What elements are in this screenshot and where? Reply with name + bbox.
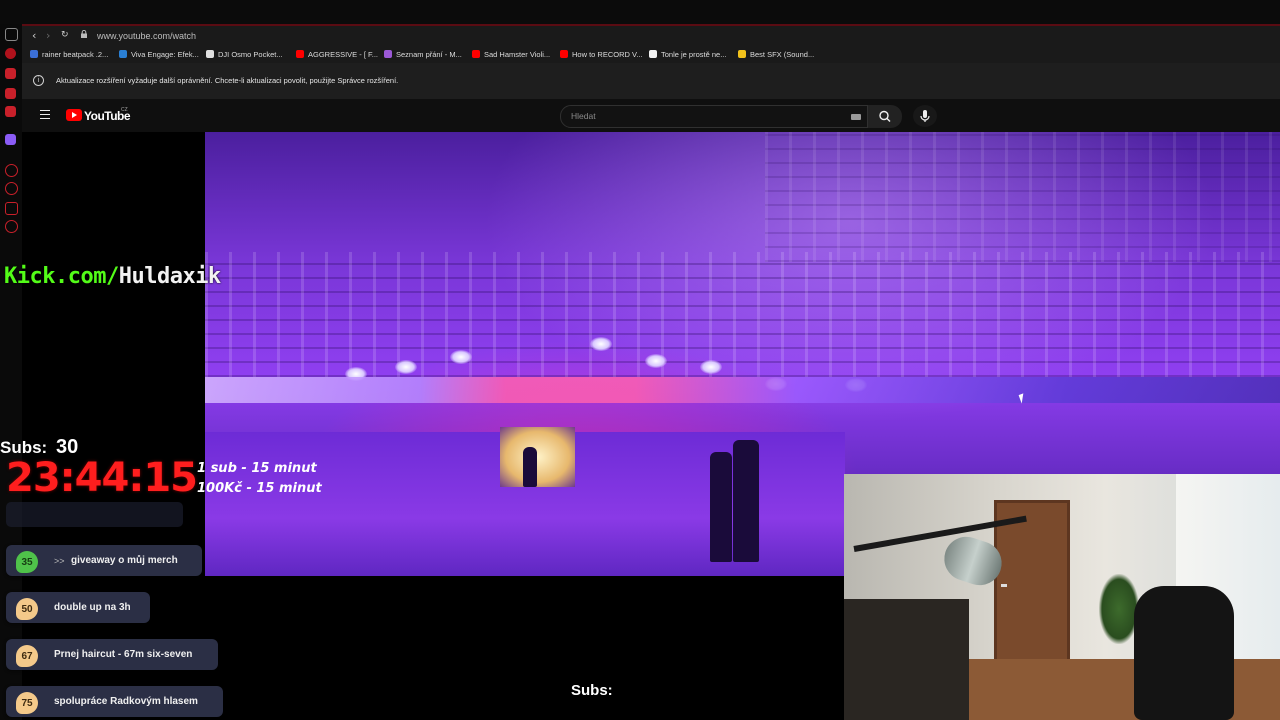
- goal-label: double up na 3h: [54, 602, 131, 613]
- bookmark-favicon-icon: [296, 50, 304, 58]
- webcam-feed: [844, 474, 1280, 720]
- bookmark-favicon-icon: [472, 50, 480, 58]
- bookmark-favicon-icon: [119, 50, 127, 58]
- twitch-icon[interactable]: [5, 134, 16, 145]
- bookmark-label: How to RECORD V...: [572, 49, 643, 59]
- sofa: [844, 599, 969, 720]
- stage-light: [590, 337, 612, 351]
- bookmarks-bar: rainer beatpack .2... Viva Engage: Efek..…: [22, 44, 1280, 63]
- messenger-icon[interactable]: [5, 88, 16, 99]
- bookmark-favicon-icon: [560, 50, 568, 58]
- forward-icon[interactable]: ›: [46, 29, 50, 42]
- history-icon[interactable]: [5, 164, 18, 177]
- bookmark-label: Best SFX (Sound...: [750, 49, 815, 59]
- menu-icon[interactable]: [40, 110, 50, 120]
- bottom-subs-label: Subs:: [571, 682, 613, 699]
- person: [523, 447, 537, 487]
- rate-money: 100Kč - 15 minut: [197, 481, 322, 496]
- settings-icon[interactable]: [5, 220, 18, 233]
- search-placeholder: Hledat: [571, 111, 596, 121]
- goal-arrows: >>: [54, 555, 65, 566]
- bookmark-label: Sad Hamster Violi...: [484, 49, 551, 59]
- goal-number-badge: 75: [16, 692, 38, 714]
- microphone-icon: [920, 110, 930, 122]
- bookmark-favicon-icon: [30, 50, 38, 58]
- goal-label: giveaway o můj merch: [71, 555, 178, 566]
- stage-light: [395, 360, 417, 374]
- bookmark-label: AGGRESSIVE - [ F...: [308, 49, 379, 59]
- reload-icon[interactable]: ↻: [61, 30, 69, 40]
- stage-light: [645, 354, 667, 368]
- bookmark-label: DJI Osmo Pocket...: [218, 49, 283, 59]
- voice-search-button[interactable]: [913, 105, 937, 127]
- extensions-icon[interactable]: [5, 202, 18, 215]
- address-bar: ‹ › ↻ www.youtube.com/watch: [22, 24, 1280, 46]
- plant: [1099, 574, 1139, 644]
- bookmark-favicon-icon: [738, 50, 746, 58]
- bookmark-label: Viva Engage: Efek...: [131, 49, 199, 59]
- goal-number-badge: 35: [16, 551, 38, 573]
- kick-username: Huldaxik: [118, 264, 221, 289]
- subathon-timer: 23:44:15: [6, 455, 198, 501]
- bookmark-item[interactable]: Sad Hamster Violi...: [472, 48, 550, 60]
- arena-ad-boards: [205, 377, 1280, 403]
- bookmark-favicon-icon: [206, 50, 214, 58]
- url-input[interactable]: www.youtube.com/watch: [97, 31, 196, 41]
- bookmark-item[interactable]: AGGRESSIVE - [ F...: [296, 48, 378, 60]
- back-icon[interactable]: ‹: [32, 29, 36, 42]
- info-icon: i: [33, 75, 44, 86]
- bookmark-item[interactable]: How to RECORD V...: [560, 48, 643, 60]
- info-message: Aktualizace rozšíření vyžaduje další opr…: [56, 76, 399, 85]
- kick-channel-link: Kick.com/Huldaxik: [4, 264, 221, 289]
- door: [994, 500, 1070, 676]
- clock-icon[interactable]: [5, 182, 18, 195]
- youtube-header: YouTube CZ Hledat: [22, 99, 1280, 132]
- arena-roof: [765, 132, 1280, 262]
- search-button[interactable]: [868, 105, 902, 128]
- goal-label: spolupráce Radkovým hlasem: [54, 696, 198, 707]
- bookmark-item[interactable]: Tonle je prostě ne...: [649, 48, 726, 60]
- goal-item-35: 35 >> giveaway o můj merch: [6, 545, 202, 576]
- goal-number-badge: 67: [16, 645, 38, 667]
- door-handle: [1001, 584, 1007, 587]
- stage-light: [700, 360, 722, 374]
- country-code: CZ: [121, 107, 128, 113]
- youtube-logo-icon[interactable]: [66, 109, 82, 121]
- kick-domain: Kick.com/: [4, 264, 119, 289]
- bookmark-favicon-icon: [384, 50, 392, 58]
- opera-icon[interactable]: [5, 48, 16, 59]
- person: [733, 440, 759, 562]
- arena-entrance: [500, 427, 575, 487]
- search-icon: [879, 110, 891, 122]
- gaming-chair: [1134, 586, 1234, 720]
- search-input[interactable]: Hledat: [560, 105, 868, 128]
- bag-icon[interactable]: [5, 68, 16, 79]
- rate-sub: 1 sub - 15 minut: [197, 461, 317, 476]
- person: [710, 452, 732, 562]
- bookmark-favicon-icon: [649, 50, 657, 58]
- lock-icon: [81, 30, 87, 38]
- window-top-strip: [0, 0, 1280, 24]
- stage-light: [450, 350, 472, 364]
- extension-info-bar: i Aktualizace rozšíření vyžaduje další o…: [22, 63, 1280, 100]
- bookmark-item[interactable]: DJI Osmo Pocket...: [206, 48, 283, 60]
- bookmark-label: Seznam přání - M...: [396, 49, 462, 59]
- bookmark-item[interactable]: rainer beatpack .2...: [30, 48, 108, 60]
- bookmark-item[interactable]: Seznam přání - M...: [384, 48, 462, 60]
- whatsapp-icon[interactable]: [5, 106, 16, 117]
- goal-label: Prnej haircut - 67m six-seven: [54, 649, 193, 660]
- bookmark-label: rainer beatpack .2...: [42, 49, 109, 59]
- goal-item-67: 67 Prnej haircut - 67m six-seven: [6, 639, 218, 670]
- goal-number-badge: 50: [16, 598, 38, 620]
- bookmark-item[interactable]: Viva Engage: Efek...: [119, 48, 199, 60]
- goal-item-50: 50 double up na 3h: [6, 592, 150, 623]
- bookmark-label: Tonle je prostě ne...: [661, 49, 727, 59]
- goal-item-75: 75 spolupráce Radkovým hlasem: [6, 686, 223, 717]
- goal-row-faded: [6, 502, 183, 527]
- bookmark-item[interactable]: Best SFX (Sound...: [738, 48, 814, 60]
- refresh-sidebar-icon[interactable]: [5, 28, 18, 41]
- keyboard-icon[interactable]: [851, 114, 861, 120]
- arena-stands: [205, 252, 1280, 377]
